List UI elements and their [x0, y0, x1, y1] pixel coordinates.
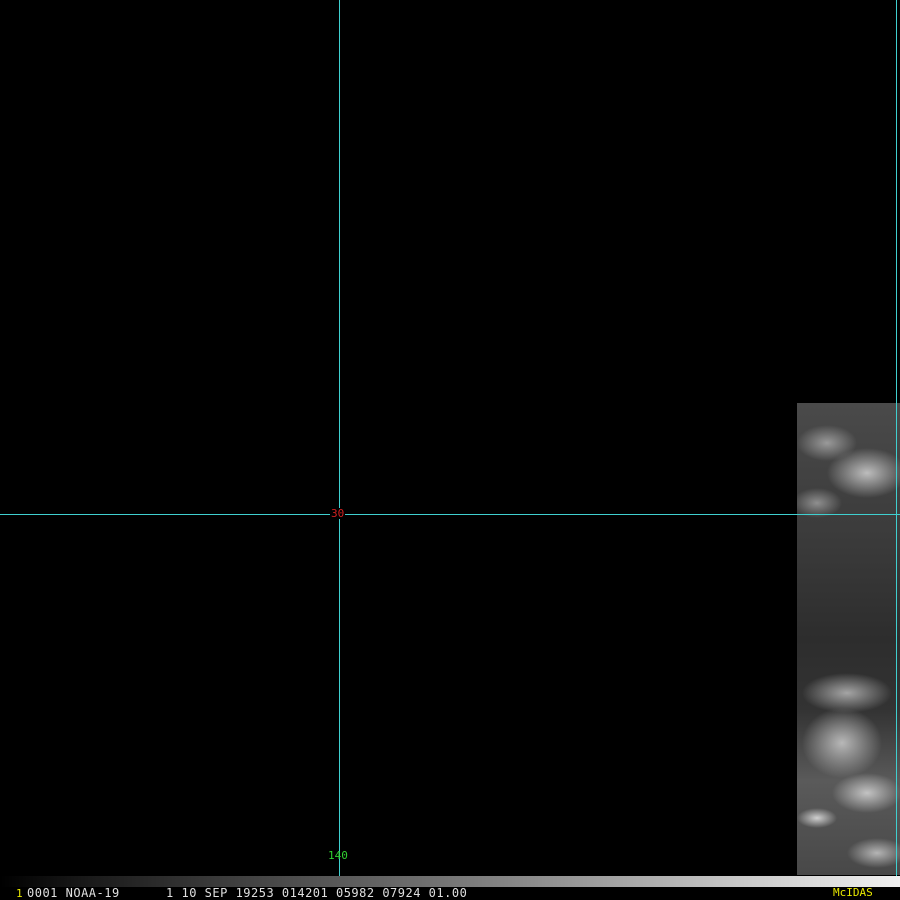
satellite-map-view: 30 140 1 0001 NOAA-19 1 10 SEP 19253 014… [0, 0, 900, 900]
longitude-grid-line [339, 0, 340, 876]
image-info-strip: 1 0001 NOAA-19 1 10 SEP 19253 014201 059… [0, 887, 900, 900]
longitude-label: 140 [328, 849, 348, 862]
frame-number: 1 [16, 887, 23, 900]
satellite-imagery-strip [797, 403, 900, 875]
latitude-label: 30 [330, 507, 346, 520]
status-bar: 1 0001 NOAA-19 1 10 SEP 19253 014201 059… [0, 876, 900, 900]
latitude-grid-line [0, 514, 900, 515]
brand-label: McIDAS [833, 886, 873, 899]
image-metadata-text: 0001 NOAA-19 1 10 SEP 19253 014201 05982… [27, 886, 468, 900]
longitude-grid-line-right [896, 0, 897, 900]
